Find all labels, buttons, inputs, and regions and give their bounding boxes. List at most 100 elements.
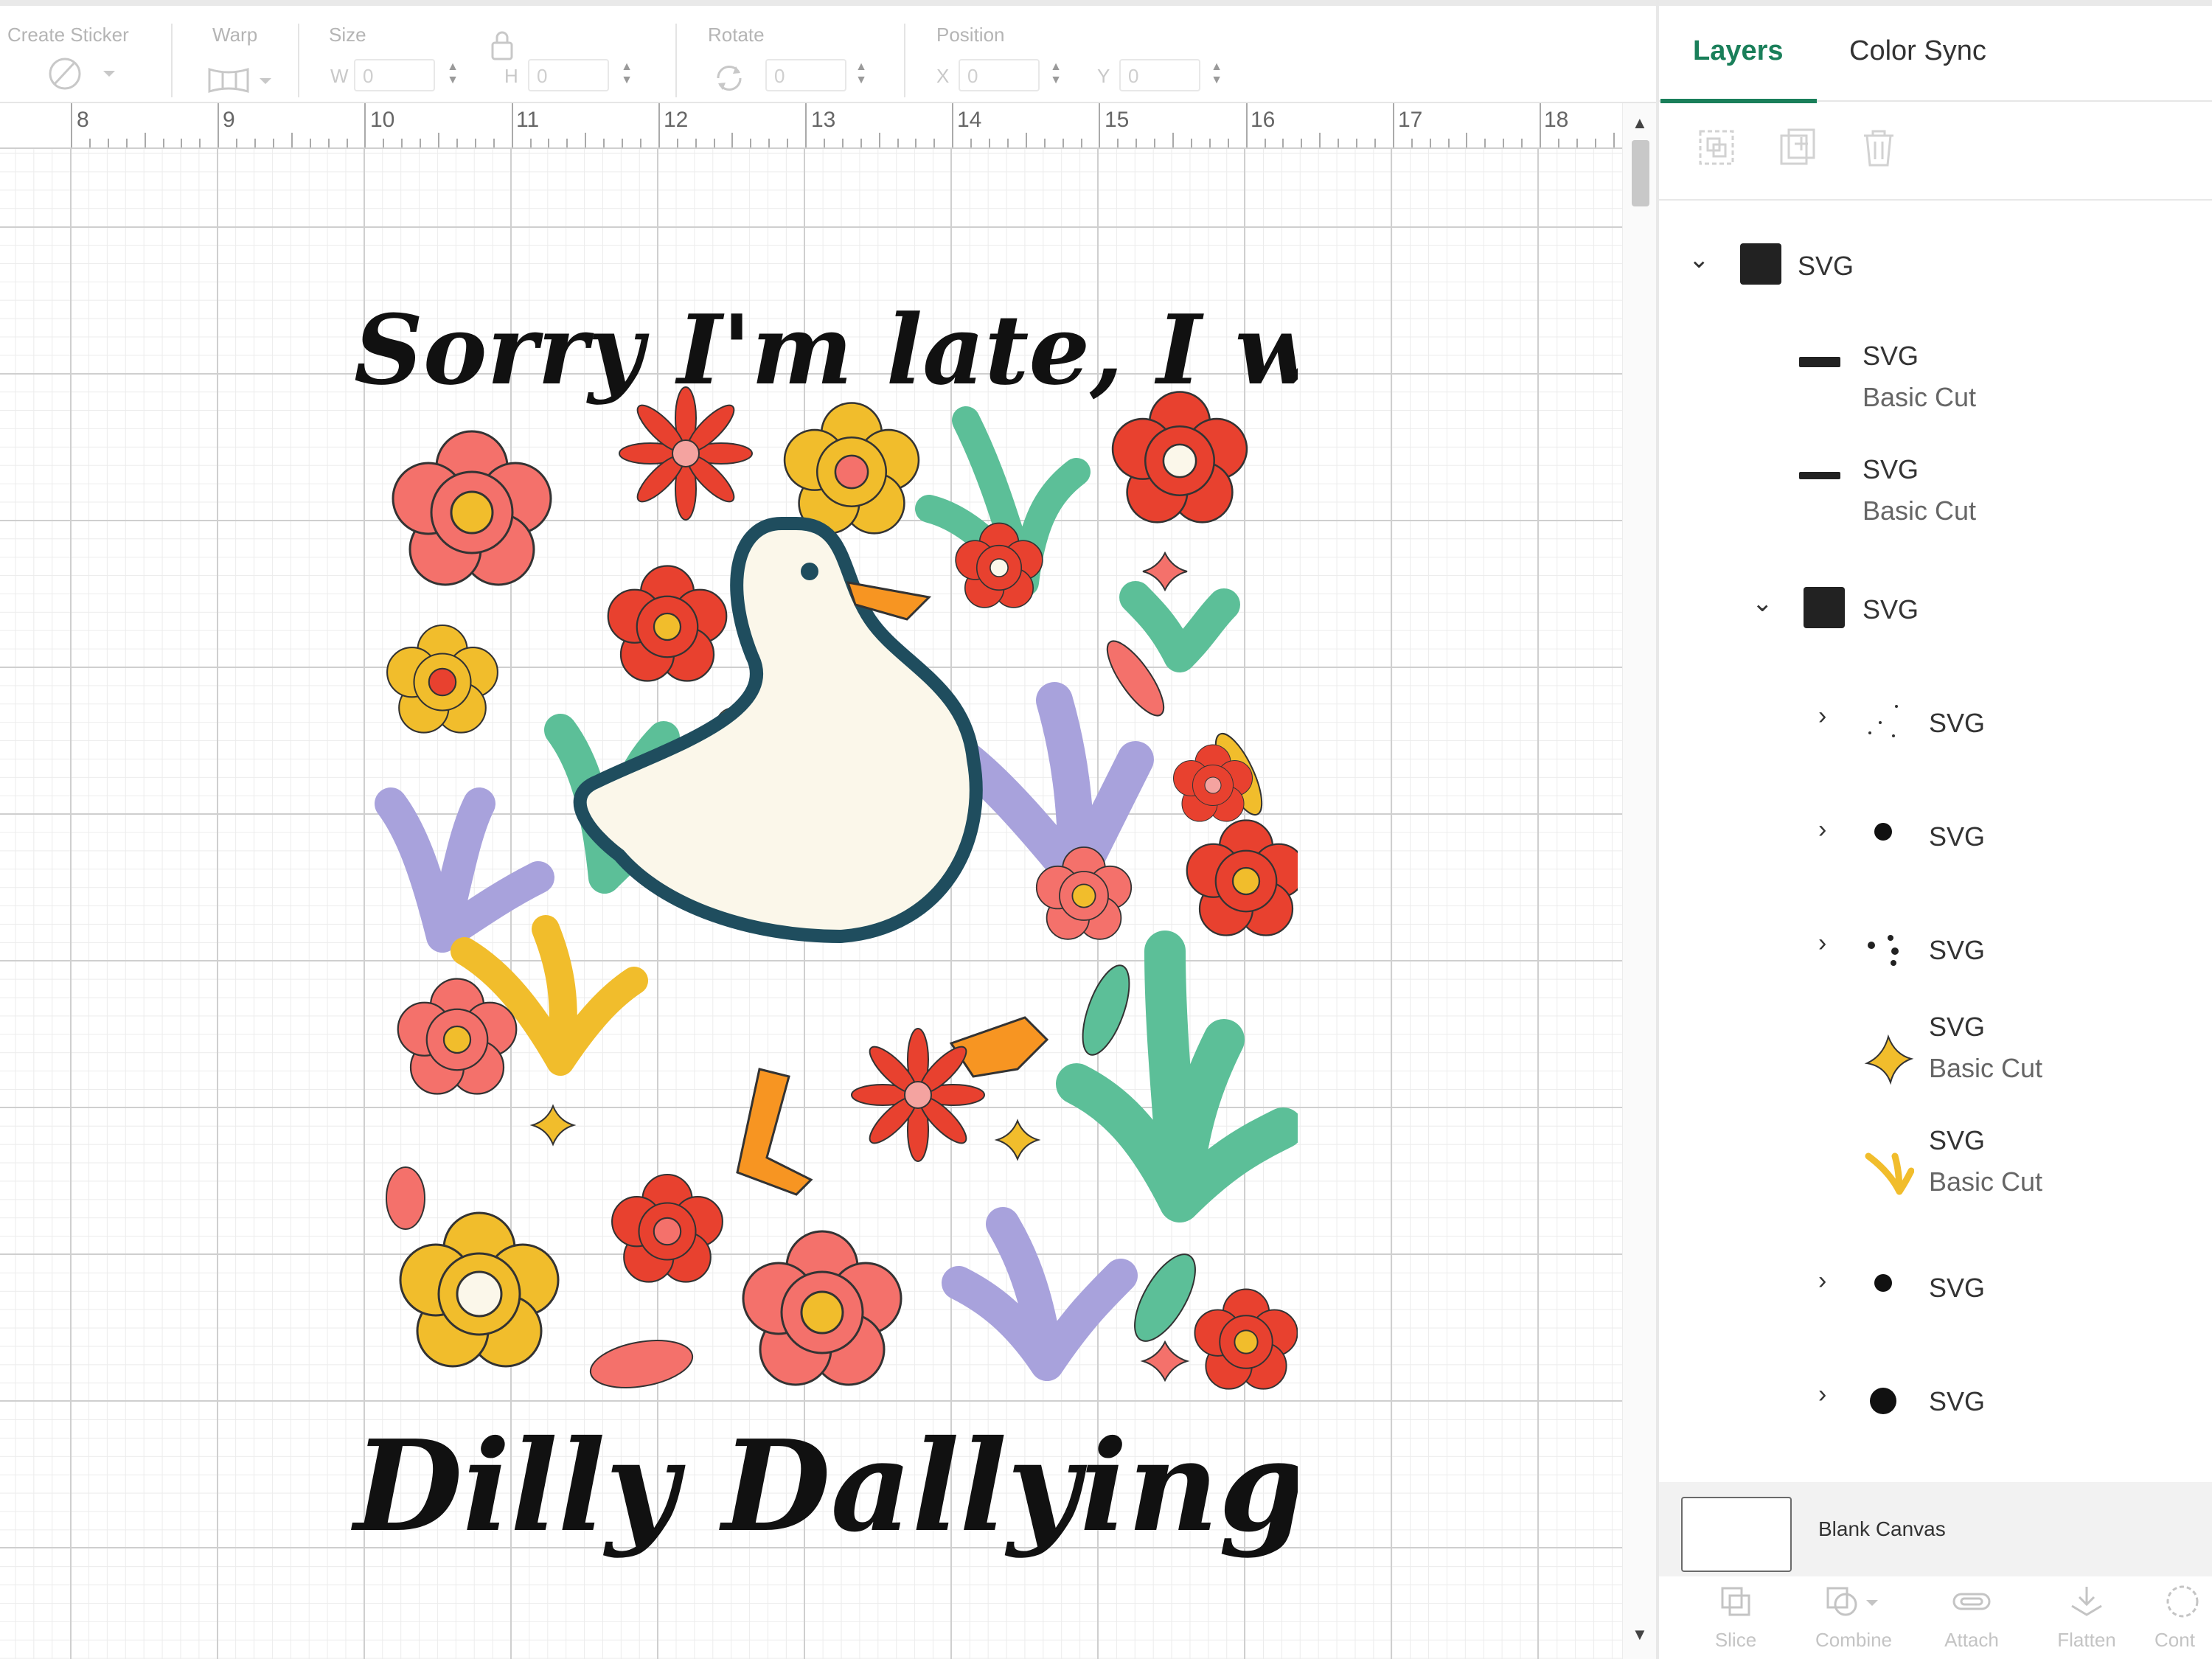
vertical-scrollbar[interactable]: ▲ ▼ [1622, 103, 1656, 1659]
duplicate-icon[interactable] [1775, 125, 1820, 170]
ruler-mark: 8 [77, 108, 89, 132]
layer-row[interactable]: ⌄ SVG [1659, 229, 2212, 302]
rotate-icon[interactable] [711, 62, 748, 94]
flatten-button[interactable]: Flatten [2042, 1584, 2131, 1652]
tab-color-sync[interactable]: Color Sync [1849, 35, 1986, 67]
contour-button[interactable]: Cont [2154, 1584, 2212, 1652]
group-icon[interactable] [1694, 125, 1739, 170]
ruler-tick [511, 103, 513, 147]
y-field[interactable]: 0 [1119, 59, 1200, 91]
chevron-right-icon[interactable]: › [1818, 702, 1826, 731]
create-sticker-group[interactable]: Create Sticker [7, 19, 155, 100]
tab-layers[interactable]: Layers [1693, 35, 1784, 67]
scroll-down-arrow[interactable]: ▼ [1632, 1625, 1648, 1644]
ruler-tick [346, 139, 348, 147]
blank-canvas-row[interactable]: Blank Canvas [1659, 1482, 2212, 1576]
artwork-design[interactable]: Sorry I'm late, I was [339, 273, 1433, 1585]
bottom-toolbar: Slice Combine Attach Flatten Cont [1659, 1578, 2212, 1659]
height-stepper[interactable]: ▲ ▼ [618, 60, 636, 90]
ruler-mark: 15 [1105, 108, 1130, 132]
ruler-tick [1338, 139, 1340, 147]
layer-thumbnail [1799, 472, 1840, 479]
ruler-tick [1557, 139, 1559, 147]
ruler-tick [1154, 139, 1156, 147]
layer-row[interactable]: › SVG [1659, 799, 2212, 873]
layer-row[interactable]: › SVG [1659, 913, 2212, 987]
chevron-down-icon[interactable]: ⌄ [1752, 588, 1773, 618]
horizontal-ruler: 8 9 10 11 12 13 14 15 16 17 18 [0, 103, 1622, 149]
blank-canvas-label: Blank Canvas [1818, 1517, 1946, 1540]
delete-icon[interactable] [1857, 125, 1901, 170]
warp-icon[interactable] [206, 66, 280, 96]
coral-flower [392, 430, 552, 586]
layer-operation: Basic Cut [1863, 495, 1977, 526]
ruler-mark: 16 [1251, 108, 1276, 132]
ruler-tick [162, 139, 164, 147]
ruler-mark: 9 [223, 108, 235, 132]
rotate-label: Rotate [708, 24, 765, 46]
layer-operation: Basic Cut [1929, 1166, 2043, 1197]
chevron-right-icon[interactable]: › [1818, 929, 1826, 958]
scroll-up-arrow[interactable]: ▲ [1632, 114, 1648, 133]
chevron-down-icon[interactable]: ⌄ [1688, 245, 1710, 274]
layer-row[interactable]: SVG Basic Cut [1659, 1010, 2212, 1085]
ruler-tick [1062, 139, 1064, 147]
layer-operation: Basic Cut [1863, 382, 1977, 412]
warp-group[interactable]: Warp [193, 19, 289, 100]
ruler-tick [88, 139, 91, 147]
layer-operation: Basic Cut [1929, 1053, 2043, 1083]
height-label: H [504, 65, 518, 87]
red-flower [1111, 391, 1248, 524]
flatten-icon [2071, 1587, 2102, 1616]
ruler-tick [585, 133, 587, 147]
layer-row[interactable]: SVG Basic Cut [1659, 1124, 2212, 1197]
ruler-tick [199, 139, 201, 147]
width-stepper[interactable]: ▲ ▼ [444, 60, 462, 90]
ruler-tick [676, 139, 678, 147]
ruler-tick [1043, 139, 1046, 147]
ruler-mark: 17 [1398, 108, 1423, 132]
ruler-tick [144, 133, 146, 147]
scroll-thumb[interactable] [1632, 140, 1649, 206]
slice-button[interactable]: Slice [1691, 1584, 1780, 1652]
layer-row[interactable]: › SVG [1659, 686, 2212, 759]
ruler-tick [1392, 103, 1394, 147]
rotate-field[interactable]: 0 [765, 59, 846, 91]
layer-row[interactable]: SVG Basic Cut [1659, 453, 2212, 526]
layer-row[interactable]: › SVG [1659, 1364, 2212, 1438]
combine-button[interactable]: Combine [1809, 1584, 1898, 1652]
lock-icon[interactable] [490, 29, 516, 63]
ruler-tick [1411, 139, 1413, 147]
ruler-tick [860, 139, 862, 147]
ruler-tick [272, 139, 274, 147]
position-label: Position [936, 24, 1005, 46]
ruler-tick [1429, 139, 1431, 147]
layer-name: SVG [1863, 341, 1919, 371]
ruler-tick [731, 133, 734, 147]
chevron-right-icon[interactable]: › [1818, 815, 1826, 844]
size-group: Size W 0 ▲ ▼ H 0 ▲ ▼ [324, 19, 671, 100]
y-stepper[interactable]: ▲ ▼ [1208, 60, 1225, 90]
width-field[interactable]: 0 [354, 59, 435, 91]
ruler-tick [1080, 139, 1082, 147]
x-field[interactable]: 0 [959, 59, 1040, 91]
layer-row[interactable]: ⌄ SVG [1659, 572, 2212, 646]
ruler-tick [897, 139, 899, 147]
height-field[interactable]: 0 [528, 59, 609, 91]
x-stepper[interactable]: ▲ ▼ [1047, 60, 1065, 90]
ruler-tick [1099, 103, 1101, 147]
layer-name: SVG [1929, 1012, 1986, 1042]
layer-name: SVG [1929, 1273, 1986, 1303]
design-title-line1: Sorry I'm late, I was [354, 293, 1298, 406]
sticker-icon[interactable] [44, 56, 118, 93]
layer-row[interactable]: SVG Basic Cut [1659, 339, 2212, 413]
chevron-right-icon[interactable]: › [1818, 1267, 1826, 1295]
rotate-stepper[interactable]: ▲ ▼ [852, 60, 870, 90]
ruler-tick [787, 139, 789, 147]
ruler-tick [603, 139, 605, 147]
layer-row[interactable]: › SVG [1659, 1251, 2212, 1324]
chevron-right-icon[interactable]: › [1818, 1380, 1826, 1409]
attach-button[interactable]: Attach [1927, 1584, 2016, 1652]
ruler-tick [1521, 139, 1523, 147]
attach-icon [1952, 1593, 1991, 1610]
